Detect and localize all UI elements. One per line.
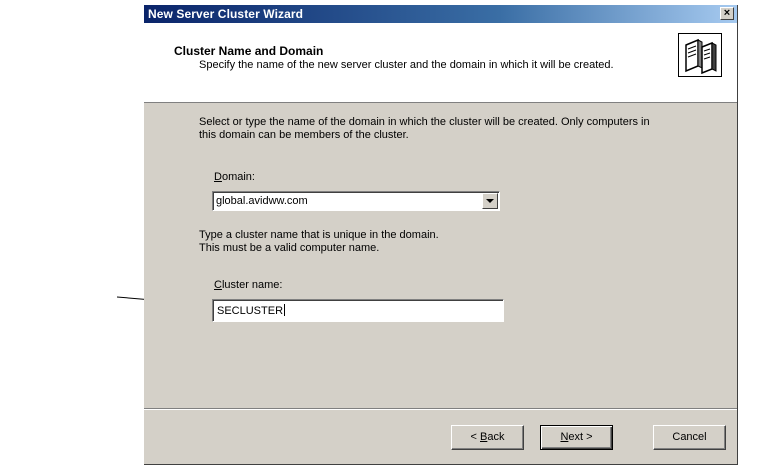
wizard-window: New Server Cluster Wizard × Cluster Name… — [144, 5, 738, 465]
wizard-header: Cluster Name and Domain Specify the name… — [144, 23, 737, 103]
cluster-instructions-line1: Type a cluster name that is unique in th… — [199, 229, 439, 241]
cluster-label-rest: luster name: — [221, 279, 283, 291]
cluster-name-input[interactable]: SECLUSTER — [212, 299, 504, 322]
back-button[interactable]: < Back — [451, 425, 524, 450]
domain-value: global.avidww.com — [216, 195, 308, 207]
back-rest: ack — [487, 431, 505, 443]
back-prefix: < — [470, 431, 480, 443]
domain-instructions: Select or type the name of the domain in… — [199, 116, 650, 141]
close-button[interactable]: × — [720, 7, 734, 20]
page-subtitle: Specify the name of the new server clust… — [199, 59, 614, 71]
footer-separator — [144, 408, 737, 410]
cluster-instructions-line2: This must be a valid computer name. — [199, 242, 380, 254]
domain-label: Domain: — [214, 171, 255, 183]
window-title: New Server Cluster Wizard — [148, 7, 304, 21]
cluster-instructions: Type a cluster name that is unique in th… — [199, 229, 669, 255]
close-icon: × — [723, 7, 731, 19]
dropdown-arrow-icon[interactable] — [482, 193, 498, 209]
next-rest: ext > — [568, 431, 593, 443]
cluster-name-label: Cluster name: — [214, 279, 282, 291]
server-cluster-icon — [678, 33, 722, 77]
domain-combobox[interactable]: global.avidww.com — [212, 191, 500, 211]
cluster-label-accel: C — [214, 279, 222, 291]
title-bar[interactable]: New Server Cluster Wizard × — [144, 5, 737, 23]
text-caret — [284, 304, 286, 316]
domain-label-accel: D — [214, 171, 222, 183]
domain-label-rest: omain: — [221, 171, 255, 183]
cluster-name-value: SECLUSTER — [217, 305, 284, 317]
page-title: Cluster Name and Domain — [174, 44, 324, 58]
cancel-button[interactable]: Cancel — [653, 425, 726, 450]
next-button[interactable]: Next > — [540, 425, 613, 450]
